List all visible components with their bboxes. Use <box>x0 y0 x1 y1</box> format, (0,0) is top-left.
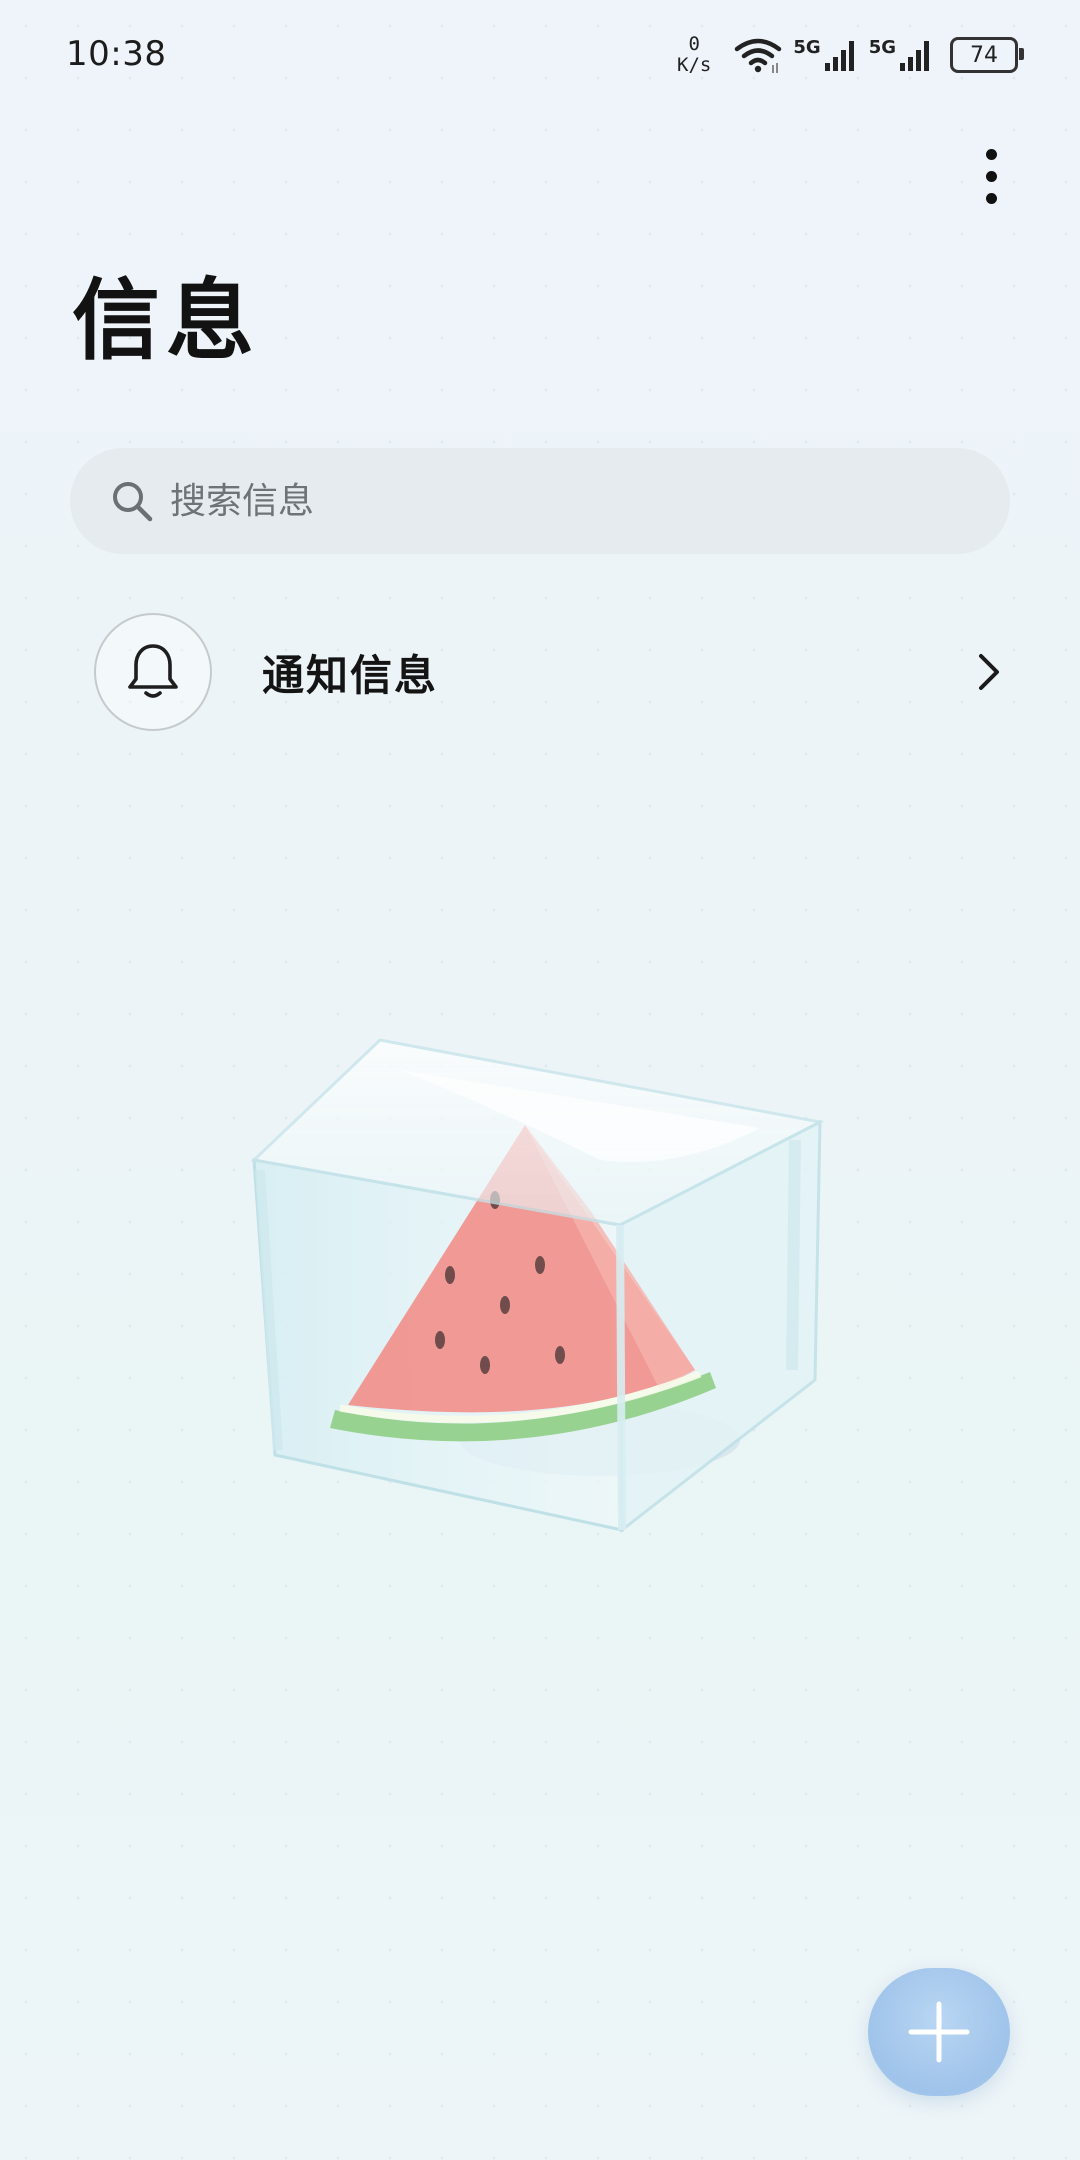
battery-level: 74 <box>970 42 998 68</box>
sim1-signal: 5G <box>793 37 858 73</box>
network-speed-value: 0 <box>688 33 700 55</box>
notification-messages-item[interactable]: 通知信息 <box>0 612 1080 732</box>
watermelon-ice-illustration <box>250 1038 825 1534</box>
search-input[interactable] <box>168 479 952 523</box>
sim2-label: 5G <box>868 37 896 58</box>
status-icons: 0 K/s 5G 5G 74 <box>677 30 1024 80</box>
plus-icon <box>908 2001 970 2063</box>
sim2-signal: 5G <box>869 37 934 73</box>
wifi-icon <box>735 38 782 73</box>
network-speed-unit: K/s <box>677 54 712 76</box>
more-vertical-icon <box>985 148 997 160</box>
status-bar: 10:38 0 K/s 5G 5G 74 <box>0 0 1080 112</box>
chevron-right-icon <box>979 654 999 690</box>
status-time: 10:38 <box>66 34 167 74</box>
sim1-label: 5G <box>793 37 821 58</box>
search-bar[interactable] <box>70 448 1010 554</box>
notification-messages-label: 通知信息 <box>262 650 439 700</box>
network-speed: 0 K/s <box>677 34 711 76</box>
more-vertical-icon-dot <box>985 170 997 182</box>
signal-bars-icon <box>900 41 929 71</box>
new-message-button[interactable] <box>868 1968 1010 2096</box>
more-options-button[interactable] <box>964 136 1018 216</box>
search-icon <box>113 482 153 522</box>
page-title: 信息 <box>72 269 261 372</box>
signal-bars-icon <box>824 41 854 71</box>
bell-icon <box>128 644 178 698</box>
bell-avatar <box>94 613 212 731</box>
battery-icon: 74 <box>950 37 1024 73</box>
more-vertical-icon-dot <box>985 192 997 204</box>
